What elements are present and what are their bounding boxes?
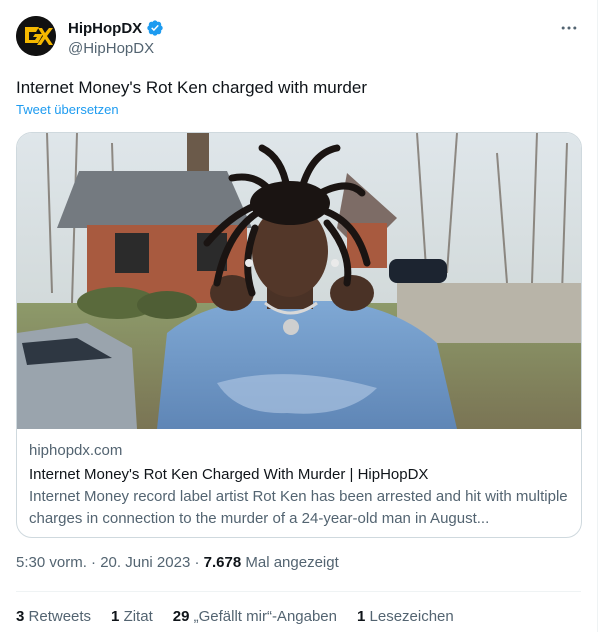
quotes-label: Zitat bbox=[123, 608, 153, 625]
handle[interactable]: @HipHopDX bbox=[68, 40, 164, 57]
views-count: 7.678 bbox=[203, 554, 242, 571]
display-name-row: HipHopDX bbox=[68, 18, 164, 38]
more-button[interactable] bbox=[557, 16, 581, 40]
card-info: hiphopdx.com Internet Money's Rot Ken Ch… bbox=[29, 441, 569, 530]
meta-separator: · bbox=[91, 554, 97, 571]
retweets-stat[interactable]: 3 Retweets bbox=[16, 608, 91, 625]
tweet-header: HipHopDX @HipHopDX bbox=[16, 16, 581, 60]
retweets-label: Retweets bbox=[28, 608, 92, 625]
tweet-time: 5:30 vorm. bbox=[16, 554, 87, 571]
quotes-count: 1 bbox=[111, 608, 120, 625]
card-description: Internet Money record label artist Rot K… bbox=[29, 488, 568, 527]
bookmarks-label: Lesezeichen bbox=[369, 608, 454, 625]
card-photo bbox=[17, 133, 581, 429]
views-label: Mal angezeigt bbox=[245, 554, 339, 571]
views[interactable]: 7.678 Mal angezeigt bbox=[204, 554, 339, 571]
likes-count: 29 bbox=[172, 608, 190, 625]
engagement-stats: 3 Retweets 1 Zitat 29 „Gefällt mir“-Anga… bbox=[16, 608, 454, 625]
likes-stat[interactable]: 29 „Gefällt mir“-Angaben bbox=[173, 608, 337, 625]
avatar[interactable] bbox=[16, 16, 56, 56]
bookmarks-stat[interactable]: 1 Lesezeichen bbox=[357, 608, 454, 625]
tweet-text: Internet Money's Rot Ken charged with mu… bbox=[16, 78, 367, 97]
tweet-meta: 5:30 vorm. · 20. Juni 2023 · 7.678 Mal a… bbox=[16, 554, 339, 571]
card-image[interactable] bbox=[17, 133, 581, 429]
tweet-date: 20. Juni 2023 bbox=[100, 554, 191, 571]
retweets-count: 3 bbox=[16, 608, 25, 625]
link-card[interactable]: hiphopdx.com Internet Money's Rot Ken Ch… bbox=[16, 132, 582, 538]
likes-label: „Gefällt mir“-Angaben bbox=[193, 608, 337, 625]
timestamp-link[interactable]: 5:30 vorm. · 20. Juni 2023 bbox=[16, 554, 190, 571]
meta-separator: · bbox=[194, 554, 200, 571]
more-dots-icon bbox=[561, 26, 577, 30]
card-title: Internet Money's Rot Ken Charged With Mu… bbox=[29, 466, 429, 483]
divider bbox=[16, 591, 581, 592]
tweet-container: HipHopDX @HipHopDX Internet Money's Rot … bbox=[0, 0, 598, 632]
quotes-stat[interactable]: 1 Zitat bbox=[111, 608, 153, 625]
translate-link[interactable]: Tweet übersetzen bbox=[16, 102, 119, 117]
author-names: HipHopDX @HipHopDX bbox=[68, 18, 164, 57]
bookmarks-count: 1 bbox=[357, 608, 366, 625]
card-domain: hiphopdx.com bbox=[29, 442, 123, 459]
hiphopdx-logo-icon bbox=[16, 16, 56, 56]
display-name[interactable]: HipHopDX bbox=[68, 20, 142, 37]
verified-badge-icon bbox=[147, 20, 163, 36]
